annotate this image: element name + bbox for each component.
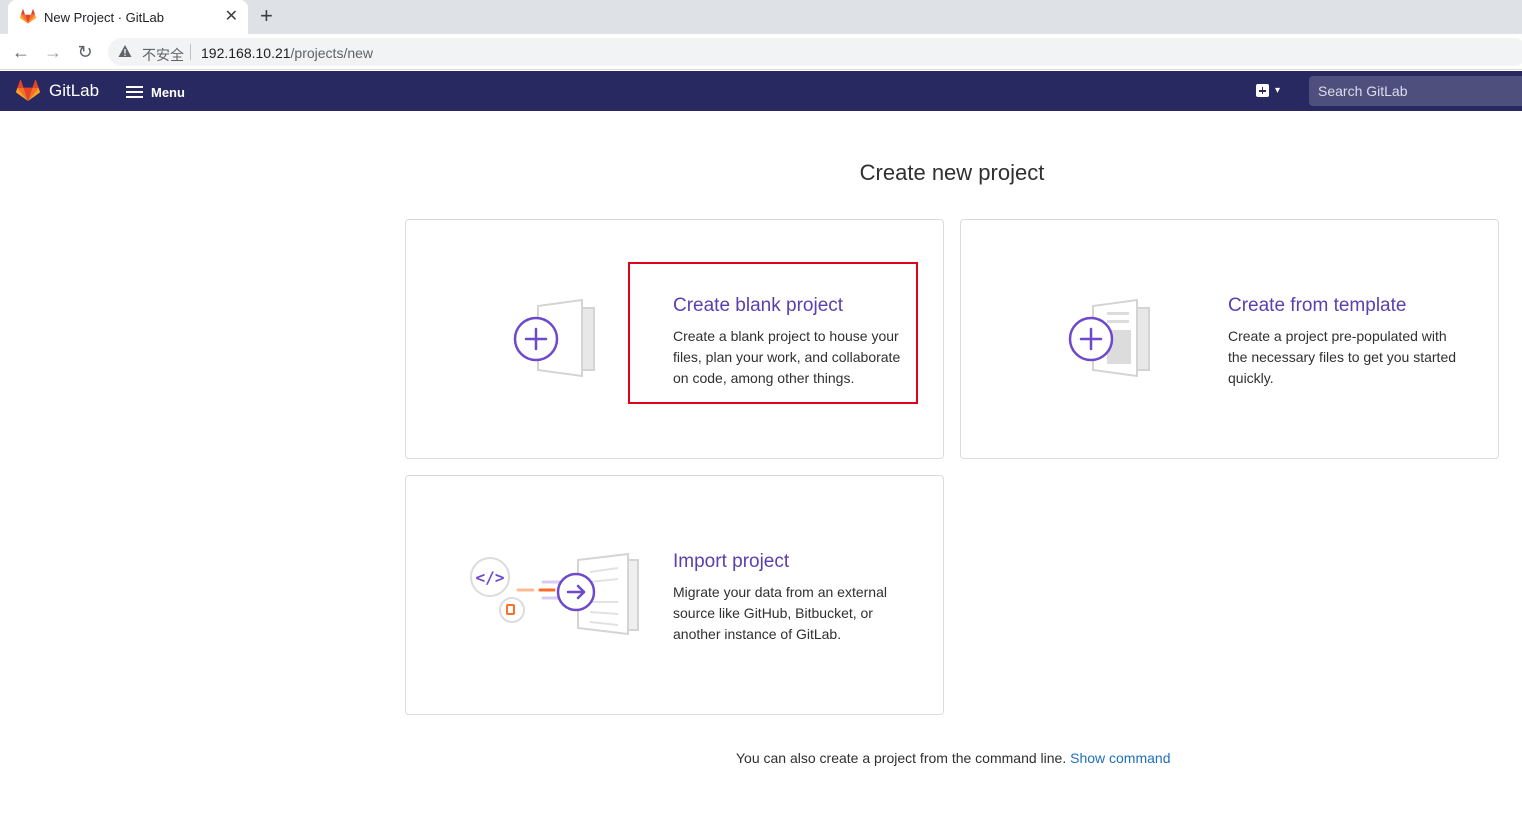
- template-project-illustration-icon: [1068, 298, 1150, 378]
- warning-icon: [118, 45, 132, 57]
- plus-square-icon: [1256, 84, 1269, 97]
- menu-label: Menu: [151, 84, 185, 100]
- highlight-box: [628, 262, 918, 404]
- back-icon[interactable]: ←: [10, 41, 32, 63]
- url-host: 192.168.10.21: [201, 45, 291, 61]
- svg-text:</>: </>: [476, 568, 505, 587]
- show-command-link[interactable]: Show command: [1070, 750, 1170, 766]
- divider: [190, 44, 191, 60]
- card-description: Create a project pre-populated with the …: [1228, 328, 1457, 386]
- tab-title: New Project · GitLab: [44, 10, 164, 25]
- browser-tab-strip: New Project · GitLab ✕ +: [0, 0, 1522, 34]
- gitlab-brand[interactable]: GitLab: [49, 81, 99, 101]
- insecure-label: 不安全: [142, 47, 184, 63]
- url-path: /projects/new: [290, 45, 374, 61]
- gitlab-favicon-icon: [20, 9, 36, 24]
- url-text: 192.168.10.21/projects/new: [201, 45, 373, 61]
- import-project-illustration-icon: </>: [470, 552, 639, 636]
- gitlab-logo-icon[interactable]: [16, 80, 40, 102]
- search-input[interactable]: [1309, 76, 1522, 106]
- command-line-text: You can also create a project from the c…: [736, 750, 1067, 766]
- search-box[interactable]: [1309, 76, 1522, 106]
- forward-icon[interactable]: →: [42, 41, 64, 63]
- chevron-down-icon: ▾: [1275, 85, 1281, 96]
- close-tab-icon[interactable]: ✕: [225, 6, 238, 26]
- new-dropdown-button[interactable]: ▾: [1256, 84, 1280, 97]
- hamburger-icon: [126, 86, 143, 98]
- card-description: Migrate your data from an external sourc…: [673, 584, 887, 642]
- card-title[interactable]: Create from template: [1228, 295, 1406, 317]
- card-title[interactable]: Import project: [673, 551, 789, 573]
- address-bar[interactable]: 不安全 192.168.10.21/projects/new: [108, 38, 1522, 66]
- browser-toolbar: ← → ↻ 不安全 192.168.10.21/projects/new: [0, 34, 1522, 70]
- new-tab-icon[interactable]: +: [260, 4, 273, 28]
- command-line-note: You can also create a project from the c…: [736, 750, 1171, 766]
- gitlab-top-bar: GitLab Menu ▾: [0, 71, 1522, 111]
- browser-tab[interactable]: New Project · GitLab ✕: [8, 0, 248, 34]
- page-title: Create new project: [859, 160, 1045, 185]
- create-from-template-card[interactable]: Create from template Create a project pr…: [960, 219, 1499, 459]
- menu-button[interactable]: Menu: [126, 83, 185, 101]
- blank-project-illustration-icon: [513, 298, 595, 378]
- reload-icon[interactable]: ↻: [74, 41, 96, 63]
- import-project-card[interactable]: </> Import project Migrate your data fro…: [405, 475, 944, 715]
